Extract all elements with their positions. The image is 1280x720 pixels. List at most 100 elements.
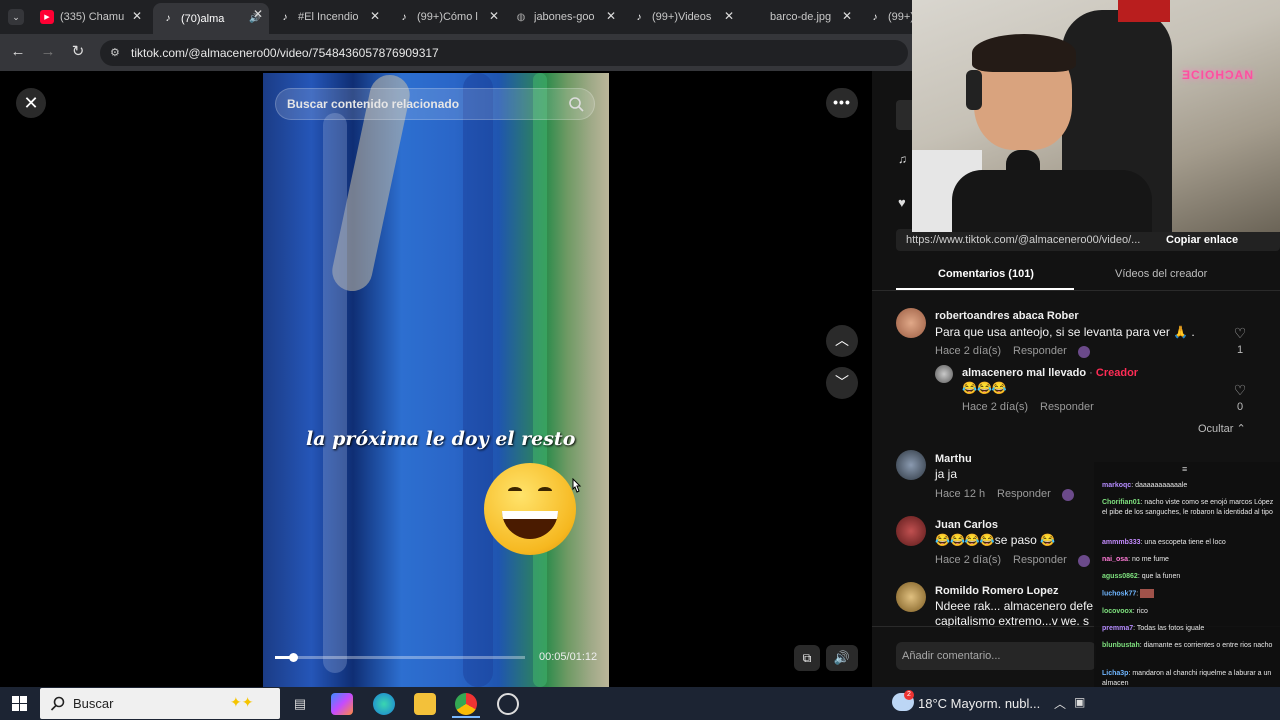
avatar[interactable]: [896, 582, 926, 612]
reply-button[interactable]: Responder: [997, 488, 1051, 500]
avatar[interactable]: [935, 365, 953, 383]
reply-button[interactable]: Responder: [1040, 401, 1094, 413]
copilot-icon[interactable]: [331, 693, 353, 715]
avatar[interactable]: [896, 450, 926, 480]
mouse-cursor-icon: [572, 478, 582, 493]
tab-title: (99+): [888, 11, 912, 23]
avatar[interactable]: [896, 516, 926, 546]
search-icon: [50, 696, 65, 711]
tab-1[interactable]: ▶ (335) Chamu ✕: [32, 5, 148, 29]
comment-author[interactable]: robertoandres abaca Rober: [935, 310, 1079, 322]
comment-time: Hace 2 día(s): [935, 345, 1002, 357]
chat-text: una escopeta tiene el loco: [1144, 539, 1226, 546]
chat-message: ammmb333: una escopeta tiene el loco: [1102, 539, 1226, 546]
chat-username[interactable]: Licha3p: [1102, 670, 1128, 677]
weather-text[interactable]: 18°C Mayorm. nubl...: [918, 696, 1040, 711]
system-tray-chevron-icon[interactable]: ︿: [1054, 695, 1066, 712]
reload-button[interactable]: ↻: [68, 42, 88, 62]
next-video-button[interactable]: ﹀: [826, 367, 858, 399]
music-note-icon[interactable]: ♫: [898, 152, 907, 166]
edge-icon[interactable]: [373, 693, 395, 715]
tab-search-chevron-icon[interactable]: ⌄: [8, 9, 24, 25]
chat-username[interactable]: Chorifian01: [1102, 499, 1141, 506]
like-icon[interactable]: ♥: [898, 195, 906, 210]
back-button[interactable]: ←: [8, 42, 28, 62]
close-tab-icon[interactable]: ✕: [132, 9, 142, 23]
avatar[interactable]: [896, 308, 926, 338]
windows-start-icon[interactable]: [12, 696, 27, 711]
hide-replies-label[interactable]: Ocultar: [1198, 423, 1233, 435]
comment-author[interactable]: Juan Carlos: [935, 519, 998, 531]
tab-4[interactable]: ♪ (99+)Cómo l ✕: [389, 5, 505, 29]
comment-author[interactable]: Marthu: [935, 453, 972, 465]
comment-author[interactable]: Romildo Romero Lopez: [935, 585, 1058, 597]
tab-8[interactable]: ♪ (99+): [860, 5, 913, 29]
chat-message: nai_osa: no me fume: [1102, 556, 1169, 563]
comment-author-name[interactable]: almacenero mal llevado: [962, 367, 1086, 379]
copy-link-button[interactable]: Copiar enlace: [1166, 234, 1238, 246]
heart-icon[interactable]: ♡: [1233, 325, 1247, 342]
chat-text: Todas las fotos iguale: [1136, 625, 1205, 632]
tab-creator-videos[interactable]: Vídeos del creador: [1115, 268, 1207, 280]
chat-username[interactable]: aguss0862: [1102, 573, 1138, 580]
comment-text: 😂😂😂: [962, 381, 1007, 395]
comment-text: ja ja: [935, 467, 958, 481]
chat-message: locovoox: rico: [1102, 608, 1148, 615]
chat-username[interactable]: ammmb333: [1102, 539, 1141, 546]
chrome-icon[interactable]: [455, 693, 477, 715]
reply-button[interactable]: Responder: [1013, 554, 1067, 566]
picture-in-picture-button[interactable]: ⧉: [794, 645, 820, 671]
tab-title: (70)alma: [181, 12, 225, 25]
search-icon[interactable]: [566, 94, 586, 114]
weather-badge: 2: [904, 690, 914, 700]
tab-title: (99+)Videos: [652, 11, 712, 23]
youtube-icon: ▶: [40, 10, 54, 24]
progress-track[interactable]: [275, 656, 525, 659]
close-tab-icon[interactable]: ✕: [253, 7, 263, 21]
more-options-button[interactable]: •••: [826, 88, 858, 118]
tab-6[interactable]: ♪ (99+)Videos ✕: [624, 5, 740, 29]
video-frame[interactable]: [263, 73, 609, 687]
volume-button[interactable]: 🔊: [826, 645, 858, 671]
chat-username[interactable]: luchosk77: [1102, 590, 1136, 597]
hide-replies-button[interactable]: Ocultar ⌃: [1198, 422, 1246, 435]
heart-icon[interactable]: ♡: [1233, 382, 1247, 399]
tray-app-icon[interactable]: ▣: [1074, 695, 1085, 709]
previous-video-button[interactable]: ︿: [826, 325, 858, 357]
close-tab-icon[interactable]: ✕: [489, 9, 499, 23]
tab-title: barco-de.jpg: [770, 11, 832, 23]
chat-username[interactable]: nai_osa: [1102, 556, 1128, 563]
close-video-button[interactable]: ✕: [16, 88, 46, 118]
comment-text: Para que usa anteojo, si se levanta para…: [935, 325, 1195, 339]
file-explorer-icon[interactable]: [414, 693, 436, 715]
tab-title: (99+)Cómo l: [417, 11, 478, 23]
obs-icon[interactable]: [497, 693, 519, 715]
creator-liked-badge: [1078, 555, 1090, 567]
close-tab-icon[interactable]: ✕: [370, 9, 380, 23]
chat-username[interactable]: locovoox: [1102, 608, 1133, 615]
chat-username[interactable]: blunbustah: [1102, 642, 1140, 649]
tab-comments[interactable]: Comentarios (101): [938, 268, 1034, 280]
forward-button[interactable]: →: [38, 42, 58, 62]
url-text[interactable]: tiktok.com/@almacenero00/video/754843605…: [131, 46, 439, 60]
creator-badge: Creador: [1095, 367, 1139, 379]
tab-5[interactable]: ◍ jabones-goo ✕: [506, 5, 622, 29]
close-tab-icon[interactable]: ✕: [724, 9, 734, 23]
progress-knob[interactable]: [288, 653, 298, 662]
site-info-icon[interactable]: ⚙: [110, 46, 120, 59]
tab-3[interactable]: ♪ #El Incendio ✕: [270, 5, 386, 29]
reply-button[interactable]: Responder: [1013, 345, 1067, 357]
comment-author[interactable]: almacenero mal llevado · Creador: [962, 367, 1138, 379]
streamer-hair: [972, 34, 1076, 72]
like-count: 1: [1236, 344, 1244, 356]
chat-text: diamante es corrientes o entre rios nach…: [1143, 642, 1273, 649]
tab-2[interactable]: ♪ (70)alma 🔊 ✕: [153, 3, 269, 34]
tab-divider: [872, 290, 1280, 291]
tab-7[interactable]: barco-de.jpg ✕: [742, 5, 858, 29]
close-tab-icon[interactable]: ✕: [606, 9, 616, 23]
close-tab-icon[interactable]: ✕: [842, 9, 852, 23]
task-view-icon[interactable]: ▤: [289, 693, 311, 715]
chat-username[interactable]: premma7: [1102, 625, 1133, 632]
chat-username[interactable]: markoqc: [1102, 482, 1131, 489]
tiktok-icon: ♪: [165, 13, 171, 24]
